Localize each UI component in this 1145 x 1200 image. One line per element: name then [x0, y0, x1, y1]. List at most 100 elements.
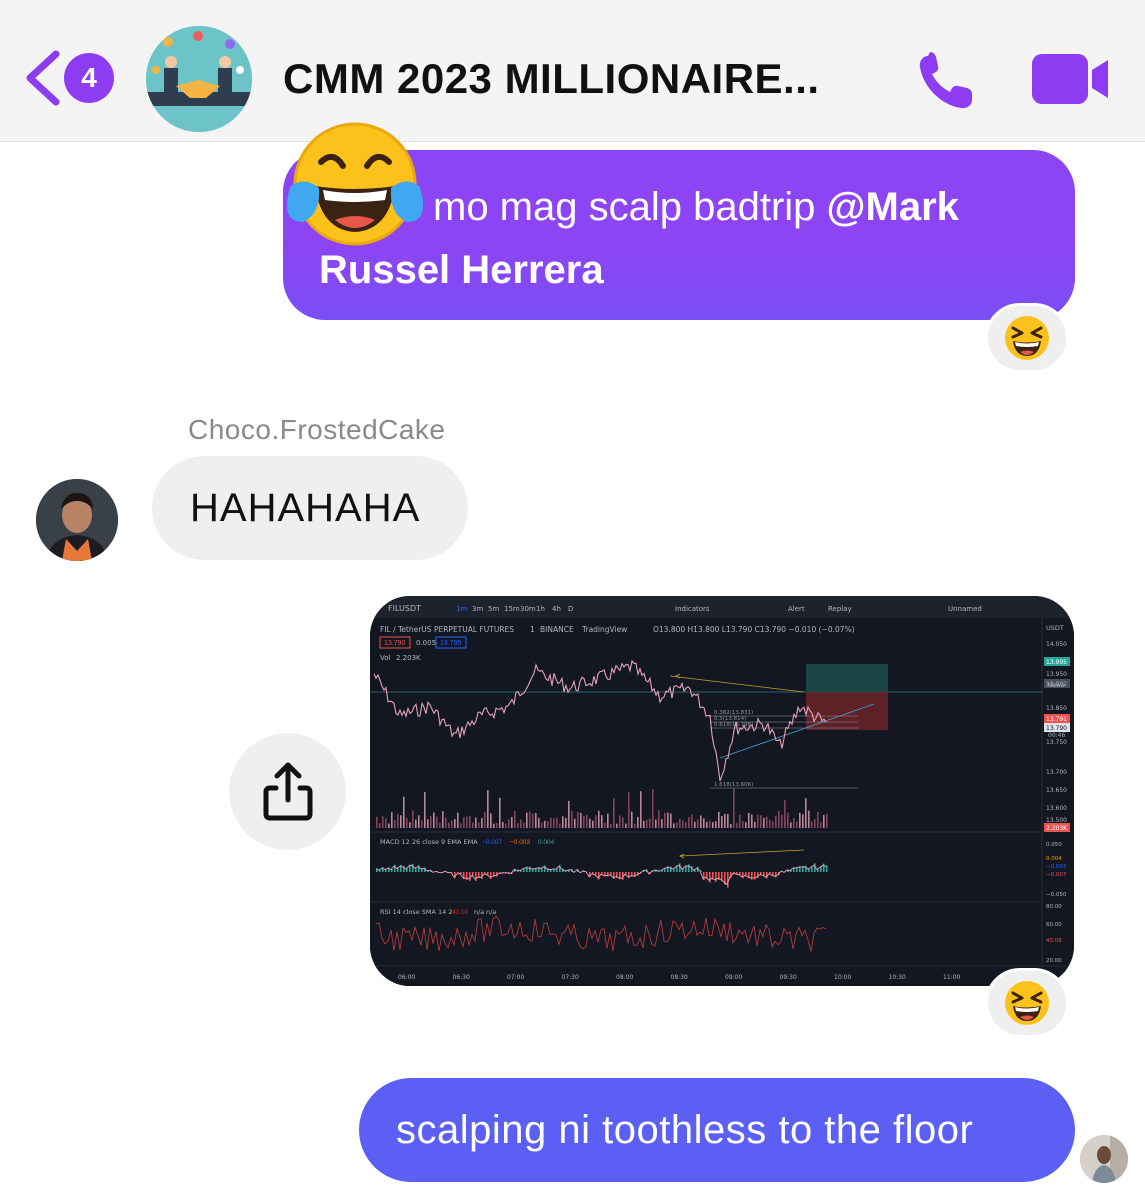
- volume-bar: [406, 818, 408, 828]
- voice-call-button[interactable]: [910, 48, 980, 112]
- indicators-button[interactable]: Indicators: [675, 605, 710, 613]
- macd-axis-label: 0.004: [1046, 856, 1062, 862]
- volume-bar: [622, 817, 624, 828]
- volume-bar: [430, 816, 432, 828]
- volume-bar: [607, 813, 609, 828]
- volume-bar: [391, 812, 393, 828]
- timeframe-option[interactable]: D: [568, 605, 573, 613]
- price-axis-label: 14.050: [1046, 641, 1067, 648]
- volume-bar: [733, 788, 735, 828]
- back-button[interactable]: 4: [22, 48, 122, 108]
- timeframe-option[interactable]: 4h: [552, 605, 561, 613]
- volume-bar: [652, 789, 654, 828]
- rsi-axis-label: 80.00: [1046, 904, 1062, 910]
- phone-icon: [919, 52, 972, 109]
- volume-bar: [625, 823, 627, 828]
- volume-bar: [685, 821, 687, 828]
- volume-bar: [445, 817, 447, 828]
- macd-bar: [715, 872, 717, 882]
- message-reaction[interactable]: [985, 968, 1069, 1038]
- timeframe-option[interactable]: 1h: [536, 605, 545, 613]
- volume-bar: [589, 818, 591, 828]
- volume-bar: [745, 822, 747, 828]
- volume-bar: [475, 817, 477, 828]
- volume-bar: [649, 818, 651, 828]
- symbol-label[interactable]: FILUSDT: [388, 604, 421, 613]
- time-axis-label: 07:30: [562, 974, 579, 981]
- volume-bar: [409, 822, 411, 828]
- volume-bar: [502, 821, 504, 828]
- price-axis-label: 2.203K: [1046, 825, 1068, 832]
- tears-of-joy-emoji-icon: [287, 122, 423, 246]
- volume-bar: [694, 821, 696, 828]
- timeframe-option[interactable]: 3m: [472, 605, 483, 613]
- volume-bar: [550, 817, 552, 828]
- volume-bar: [520, 819, 522, 828]
- volume-bar: [781, 814, 783, 828]
- timeframe-option[interactable]: 5m: [488, 605, 499, 613]
- volume-bar: [721, 815, 723, 828]
- share-icon: [263, 762, 312, 820]
- volume-bar: [436, 816, 438, 828]
- volume-bar: [598, 810, 600, 828]
- replay-button[interactable]: Replay: [828, 605, 852, 613]
- volume-bar: [379, 823, 381, 828]
- fibonacci-label: 0.618(13.798): [714, 722, 753, 728]
- ohlc-readout: O13.800 H13.800 L13.790 C13.790 −0.010 (…: [653, 625, 855, 634]
- instrument-label: FIL / TetherUS PERPETUAL FUTURES: [380, 625, 514, 634]
- macd-bar: [754, 872, 756, 880]
- time-axis-label: 06:30: [453, 974, 470, 981]
- timeframe-option[interactable]: 1m: [456, 605, 467, 613]
- price-axis-label: 13.700: [1046, 769, 1067, 776]
- video-call-button[interactable]: [1030, 52, 1112, 106]
- volume-bar: [586, 815, 588, 828]
- timeframe-option[interactable]: 30m: [520, 605, 536, 613]
- volume-bar: [772, 821, 774, 828]
- image-attachment[interactable]: FILUSDT 1m 3m 5m 15m 30m 1h 4h D Indicators Ale…: [370, 596, 1074, 986]
- mention-link[interactable]: @Mark: [827, 185, 959, 229]
- volume-bar: [784, 799, 786, 828]
- sell-price[interactable]: 13.790: [384, 640, 406, 647]
- buy-price[interactable]: 13.795: [440, 640, 462, 647]
- volume-bar: [448, 822, 450, 828]
- rsi-axis-label: 60.00: [1046, 922, 1062, 928]
- price-axis-label: 13.500: [1046, 817, 1067, 824]
- volume-bar: [568, 800, 570, 828]
- timeframe-option[interactable]: 15m: [504, 605, 520, 613]
- fibonacci-label: 1.618(13.606): [714, 782, 753, 788]
- currency-label: USDT: [1046, 624, 1064, 632]
- rsi-axis-label: 20.00: [1046, 958, 1062, 964]
- alert-button[interactable]: Alert: [788, 605, 805, 613]
- sender-avatar[interactable]: [36, 479, 118, 561]
- volume-bar: [676, 822, 678, 828]
- volume-bar: [763, 817, 765, 828]
- message-reaction[interactable]: [985, 303, 1069, 373]
- source-label: TradingView: [581, 625, 627, 634]
- volume-bar: [628, 792, 630, 828]
- volume-bar: [811, 821, 813, 828]
- volume-bar: [769, 819, 771, 828]
- volume-bar: [499, 797, 501, 828]
- volume-bar: [793, 817, 795, 828]
- volume-bar: [724, 813, 726, 828]
- outgoing-message-bubble[interactable]: scalping ni toothless to the floor: [359, 1078, 1075, 1182]
- trading-chart-screenshot: FILUSDT 1m 3m 5m 15m 30m 1h 4h D Indicators Ale…: [370, 596, 1074, 986]
- timeframe-selector[interactable]: 1m 3m 5m 15m 30m 1h 4h D: [456, 605, 573, 613]
- chat-title[interactable]: CMM 2023 MILLIONAIRE...: [283, 55, 820, 103]
- volume-bar: [541, 822, 543, 828]
- time-axis-label: 09:30: [780, 974, 797, 981]
- news-label[interactable]: News: [1048, 682, 1064, 689]
- incoming-message-bubble[interactable]: HAHAHAHA: [152, 456, 468, 560]
- volume-bar: [538, 817, 540, 828]
- volume-bar: [823, 815, 825, 828]
- group-avatar[interactable]: [146, 26, 252, 132]
- person-avatar-icon: [1080, 1135, 1128, 1183]
- volume-bar: [592, 820, 594, 828]
- share-button[interactable]: [229, 733, 346, 850]
- rsi-axis-label: 43.08: [1046, 938, 1062, 944]
- volume-bar: [766, 816, 768, 828]
- layout-name[interactable]: Unnamed: [948, 605, 982, 613]
- mention-link-continued[interactable]: Russel Herrera: [319, 248, 604, 292]
- price-axis-label: 13.600: [1046, 805, 1067, 812]
- volume-bar: [553, 818, 555, 828]
